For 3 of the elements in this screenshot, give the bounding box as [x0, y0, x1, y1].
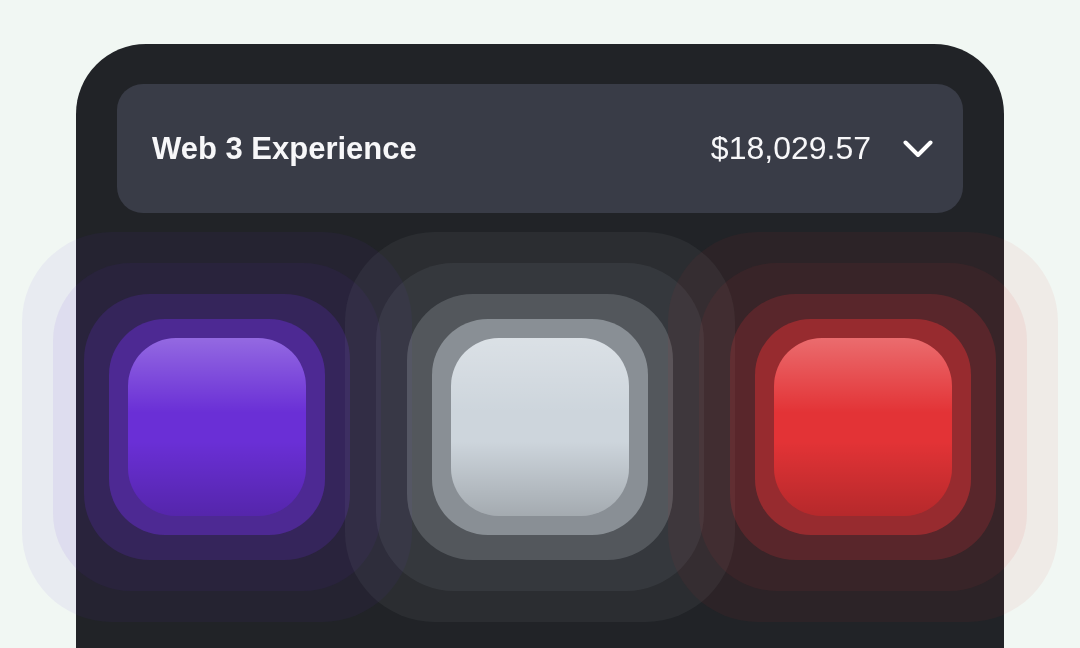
chevron-down-icon[interactable] — [903, 139, 933, 158]
wallet-title: Web 3 Experience — [152, 130, 418, 167]
wallet-balance: $18,029.57 — [710, 130, 871, 167]
